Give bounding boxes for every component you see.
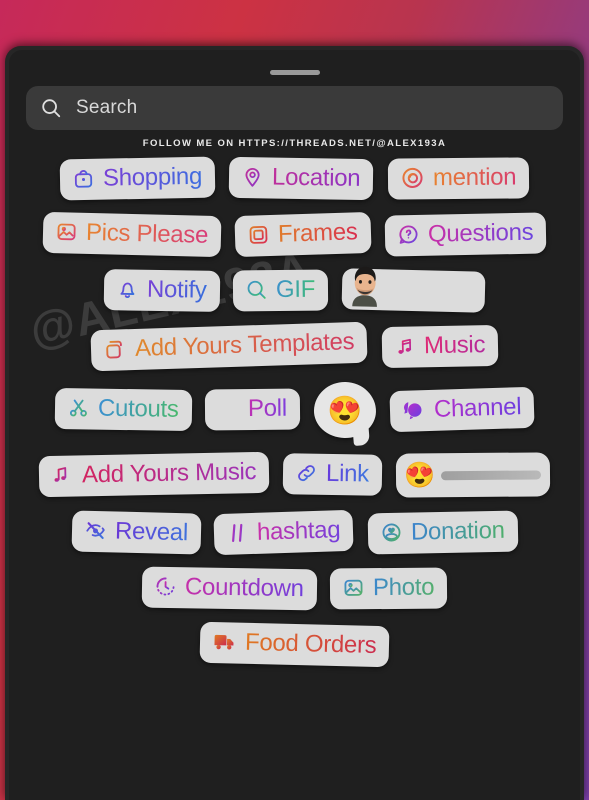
sticker-reveal[interactable]: Reveal (71, 510, 201, 555)
eye-slash-icon (83, 519, 107, 543)
search-bar[interactable]: Search (26, 86, 563, 130)
chat-bubbles-icon (402, 398, 427, 423)
countdown-clock-icon (153, 575, 176, 598)
screen: Search FOLLOW ME ON HTTPS://THREADS.NET/… (0, 0, 589, 800)
sticker-label: hashtag (257, 515, 342, 546)
poll-bars-icon (217, 398, 240, 421)
sticker-label: Food Orders (244, 628, 377, 659)
shopping-bag-icon (72, 167, 95, 190)
sticker-label: Countdown (184, 572, 304, 602)
sticker-label: Cutouts (97, 394, 179, 424)
emoji-slider-sticker[interactable]: 😍 (395, 452, 551, 498)
sticker-food-orders[interactable]: Food Orders (199, 621, 390, 667)
threads-at-icon (399, 166, 424, 191)
avatar-sticker[interactable] (341, 266, 486, 313)
sticker-add-yours-templates[interactable]: Add Yours Templates (90, 321, 369, 372)
sticker-gif[interactable]: GIF (233, 269, 329, 312)
sticker-countdown[interactable]: Countdown (141, 566, 317, 610)
photo-icon (342, 576, 365, 599)
sticker-cutouts[interactable]: Cutouts (54, 388, 192, 432)
sticker-row: Reveal hashtag Donation (23, 509, 566, 555)
sticker-label: Poll (248, 394, 288, 423)
search-icon (245, 278, 268, 301)
sticker-questions[interactable]: Questions (384, 212, 547, 257)
emoji-reaction-sticker[interactable]: 😍 (313, 380, 377, 439)
sticker-label: mention (432, 163, 516, 192)
sticker-row: Add Yours Templates Music (23, 321, 566, 372)
sticker-hashtag[interactable]: hashtag (213, 509, 355, 555)
sticker-add-yours-music[interactable]: Add Yours Music (38, 452, 270, 498)
sticker-grid: Shopping Location mention Pics Please Fr… (9, 156, 580, 800)
photo-frame-icon (55, 220, 79, 244)
sticker-row: Cutouts Poll 😍 Channel (23, 380, 566, 439)
emoji-slider-track[interactable] (441, 469, 542, 480)
location-pin-icon (241, 166, 264, 189)
search-input[interactable]: Search (76, 97, 137, 119)
sticker-mention[interactable]: mention (387, 157, 530, 200)
sticker-row: Add Yours Music Link 😍 (23, 452, 566, 498)
sticker-label: Channel (433, 393, 522, 424)
sticker-shopping[interactable]: Shopping (59, 156, 216, 201)
sticker-notify[interactable]: Notify (103, 268, 220, 312)
music-plus-icon (51, 464, 74, 487)
question-bubble-icon (396, 223, 419, 246)
heart-eyes-emoji-icon: 😍 (327, 393, 363, 426)
sticker-frames[interactable]: Frames (234, 211, 372, 257)
sticker-label: Reveal (114, 517, 188, 546)
sticker-location[interactable]: Location (228, 156, 374, 201)
delivery-truck-icon (212, 629, 238, 655)
sticker-pics-please[interactable]: Pics Please (42, 211, 222, 257)
sticker-label: Add Yours Music (81, 458, 257, 489)
sticker-donation[interactable]: Donation (367, 510, 518, 555)
sticker-label: Pics Please (85, 218, 209, 249)
sticker-label: Photo (373, 573, 435, 601)
sticker-label: Location (271, 163, 361, 192)
sticker-label: Add Yours Templates (134, 327, 355, 362)
music-note-icon (393, 335, 415, 357)
add-yours-plus-icon (103, 337, 128, 362)
square-frame-icon (247, 223, 271, 247)
sticker-row: Food Orders (23, 621, 566, 667)
bell-icon (115, 278, 138, 301)
sticker-tray-sheet: Search FOLLOW ME ON HTTPS://THREADS.NET/… (5, 46, 584, 800)
sticker-label: GIF (276, 275, 316, 303)
sticker-row: Notify GIF (23, 266, 566, 313)
sticker-row: Shopping Location mention (23, 156, 566, 201)
sticker-label: Shopping (102, 162, 203, 192)
heart-circle-icon (380, 521, 403, 544)
sticker-label: Music (423, 330, 485, 360)
sheet-inner: Search FOLLOW ME ON HTTPS://THREADS.NET/… (9, 50, 580, 800)
heart-eyes-emoji-icon: 😍 (403, 460, 436, 489)
sticker-row: Pics Please Frames Questions (23, 211, 566, 257)
scissors-icon (66, 397, 89, 420)
sticker-poll[interactable]: Poll (205, 388, 301, 431)
sticker-label: Donation (410, 516, 505, 546)
sticker-label: Frames (277, 218, 359, 248)
sheet-drag-handle[interactable] (269, 70, 320, 75)
sticker-link[interactable]: Link (282, 453, 383, 496)
follow-banner: FOLLOW ME ON HTTPS://THREADS.NET/@ALEX19… (142, 138, 447, 149)
sticker-label: Link (326, 460, 370, 488)
sticker-channel[interactable]: Channel (389, 387, 535, 433)
hash-icon (226, 521, 250, 545)
sticker-label: Questions (427, 218, 534, 248)
sticker-music[interactable]: Music (381, 324, 499, 368)
sticker-photo[interactable]: Photo (330, 567, 448, 610)
link-chain-icon (295, 462, 318, 485)
sticker-row: Countdown Photo (23, 566, 566, 610)
memoji-avatar-icon (346, 266, 385, 312)
search-icon (40, 97, 62, 119)
sticker-label: Notify (146, 275, 207, 304)
